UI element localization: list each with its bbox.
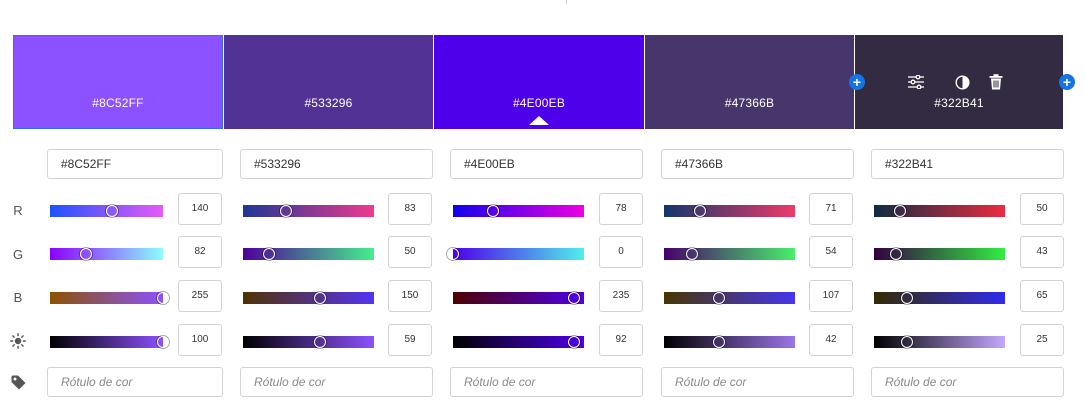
b-slider-thumb[interactable] — [314, 292, 327, 304]
brightness-slider-thumb[interactable] — [900, 336, 913, 348]
b-slider-4[interactable] — [664, 292, 795, 304]
r-slider-thumb[interactable] — [694, 205, 707, 217]
brightness-slider-thumb[interactable] — [157, 336, 169, 348]
color-swatch-3[interactable]: #4E00EB — [434, 35, 644, 129]
b-value-input-5[interactable]: 65 — [1020, 280, 1064, 312]
r-slider-2[interactable] — [243, 205, 374, 217]
b-value-input-4[interactable]: 107 — [809, 280, 853, 312]
brightness-value-input-3[interactable]: 92 — [599, 324, 643, 356]
g-value-input-2[interactable]: 50 — [388, 236, 432, 268]
active-swatch-caret-icon — [529, 116, 549, 125]
brightness-slider-2[interactable] — [243, 336, 374, 348]
r-slider-thumb[interactable] — [893, 205, 906, 217]
r-value-input-1[interactable]: 140 — [178, 193, 222, 225]
g-slider-thumb[interactable] — [890, 248, 903, 260]
b-slider-thumb[interactable] — [157, 292, 169, 304]
swatch-hex-label: #4E00EB — [512, 96, 566, 110]
swatch-toolbar — [855, 73, 1063, 91]
r-value-input-3[interactable]: 78 — [599, 193, 643, 225]
brightness-slider-3[interactable] — [453, 336, 584, 348]
b-slider-1[interactable] — [50, 292, 169, 304]
r-slider-3[interactable] — [453, 205, 584, 217]
g-value-input-3[interactable]: 0 — [599, 236, 643, 268]
brightness-slider-1[interactable] — [50, 336, 169, 348]
b-slider-thumb[interactable] — [712, 292, 725, 304]
g-slider-thumb[interactable] — [447, 248, 459, 260]
r-slider-thumb[interactable] — [279, 205, 292, 217]
hex-input-3[interactable]: #4E00EB — [450, 149, 643, 179]
g-slider-1[interactable] — [50, 248, 163, 260]
brightness-value-input-2[interactable]: 59 — [388, 324, 432, 356]
g-slider-thumb[interactable] — [80, 248, 93, 260]
g-slider-thumb[interactable] — [685, 248, 698, 260]
swatch-hex-label: #8C52FF — [92, 96, 144, 110]
hex-input-1[interactable]: #8C52FF — [47, 149, 223, 179]
add-color-icon[interactable]: + — [849, 74, 865, 90]
g-slider-2[interactable] — [243, 248, 374, 260]
r-value-input-2[interactable]: 83 — [388, 193, 432, 225]
tag-icon — [10, 374, 26, 390]
brightness-slider-4[interactable] — [664, 336, 795, 348]
color-swatch-4[interactable]: #47366B — [645, 35, 854, 129]
brightness-slider-thumb[interactable] — [567, 336, 580, 348]
trash-icon[interactable] — [987, 73, 1005, 91]
g-slider-5[interactable] — [874, 248, 1005, 260]
hex-input-4[interactable]: #47366B — [661, 149, 854, 179]
brightness-value-input-4[interactable]: 42 — [809, 324, 853, 356]
b-slider-3[interactable] — [453, 292, 584, 304]
color-swatch-5[interactable]: #322B41 — [855, 35, 1063, 129]
g-slider-3[interactable] — [447, 248, 584, 260]
color-label-input-1[interactable]: Rótulo de cor — [47, 367, 223, 397]
row-label-g: G — [12, 247, 24, 262]
b-slider-thumb[interactable] — [567, 292, 580, 304]
brightness-value-input-5[interactable]: 25 — [1020, 324, 1064, 356]
color-label-input-4[interactable]: Rótulo de cor — [661, 367, 854, 397]
hex-input-5[interactable]: #322B41 — [871, 149, 1064, 179]
brightness-slider-thumb[interactable] — [713, 336, 726, 348]
brightness-value-input-1[interactable]: 100 — [178, 324, 222, 356]
g-slider-thumb[interactable] — [262, 248, 275, 260]
g-slider-4[interactable] — [664, 248, 795, 260]
add-color-icon[interactable]: + — [1059, 74, 1075, 90]
brightness-slider-thumb[interactable] — [314, 336, 327, 348]
b-value-input-3[interactable]: 235 — [599, 280, 643, 312]
swatch-hex-label: #47366B — [724, 96, 775, 110]
r-slider-4[interactable] — [664, 205, 795, 217]
color-swatch-1[interactable]: #8C52FF — [13, 35, 223, 129]
color-label-input-3[interactable]: Rótulo de cor — [450, 367, 643, 397]
row-label-r: R — [13, 203, 23, 218]
swatch-hex-label: #322B41 — [934, 96, 984, 110]
swatch-hex-label: #533296 — [304, 96, 353, 110]
b-value-input-1[interactable]: 255 — [178, 280, 222, 312]
r-slider-1[interactable] — [50, 205, 163, 217]
g-value-input-4[interactable]: 54 — [809, 236, 853, 268]
g-value-input-1[interactable]: 82 — [178, 236, 222, 268]
color-swatch-2[interactable]: #533296 — [224, 35, 433, 129]
row-label-b: B — [13, 290, 23, 305]
b-slider-2[interactable] — [243, 292, 374, 304]
brightness-icon — [10, 333, 26, 349]
contrast-icon[interactable] — [953, 73, 971, 91]
r-slider-thumb[interactable] — [487, 205, 500, 217]
r-slider-thumb[interactable] — [106, 205, 119, 217]
color-label-input-2[interactable]: Rótulo de cor — [240, 367, 433, 397]
b-slider-thumb[interactable] — [901, 292, 914, 304]
brightness-slider-5[interactable] — [874, 336, 1005, 348]
r-value-input-4[interactable]: 71 — [809, 193, 853, 225]
b-value-input-2[interactable]: 150 — [388, 280, 432, 312]
color-label-input-5[interactable]: Rótulo de cor — [871, 367, 1064, 397]
adjust-icon[interactable] — [907, 73, 925, 91]
r-slider-5[interactable] — [874, 205, 1005, 217]
top-divider-tick — [566, 0, 567, 4]
r-value-input-5[interactable]: 50 — [1020, 193, 1064, 225]
hex-input-2[interactable]: #533296 — [240, 149, 433, 179]
b-slider-5[interactable] — [874, 292, 1005, 304]
g-value-input-5[interactable]: 43 — [1020, 236, 1064, 268]
